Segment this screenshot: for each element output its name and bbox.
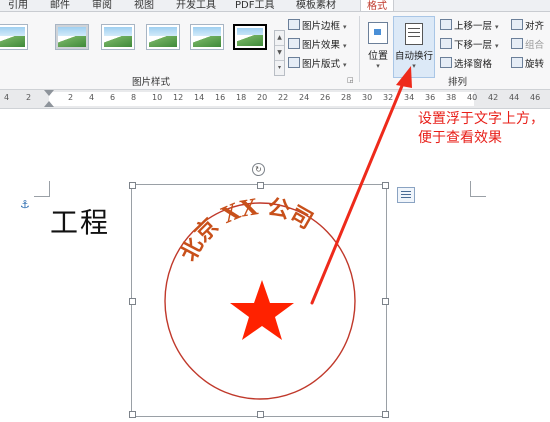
group-menu[interactable]: 组合 [511,37,544,51]
group-divider [359,16,360,82]
selection-pane-icon [440,57,452,68]
picture-style-thumb[interactable] [101,24,135,50]
indent-marker-icon[interactable] [44,90,54,96]
seal-image[interactable]: 北京 XX 公司 [129,182,389,418]
seal-text: 北京 XX 公司 [176,194,318,265]
style-gallery-scroll[interactable]: ▲ ▼ ▾ [274,30,285,76]
tab-template-assets[interactable]: 模板素材 [296,0,336,11]
ruler-number: 2 [68,93,74,102]
picture-style-thumb[interactable] [0,24,28,50]
scroll-up-icon[interactable]: ▲ [275,31,284,46]
ruler-number: 34 [404,93,415,102]
ribbon: ▲ ▼ ▾ 图片边框 ▾ 图片效果 ▾ 图片版式 ▾ 图片样式 ◲ 位置 ▾ 自… [0,12,550,90]
anchor-icon[interactable]: ⚓ [20,198,30,211]
tab-review[interactable]: 审阅 [92,0,112,11]
seal-star-icon [230,280,294,340]
picture-effects-icon [288,38,300,49]
align-icon [511,19,523,30]
wrap-text-button[interactable]: 自动换行 ▾ [393,16,435,78]
resize-handle[interactable] [382,411,389,418]
rotate-icon [511,57,523,68]
ruler-number: 46 [530,93,541,102]
rotate-menu[interactable]: 旋转 [511,56,544,70]
ruler-number: 42 [488,93,499,102]
picture-layout-icon [288,57,300,68]
picture-style-thumb-selected[interactable] [233,24,267,50]
layout-options-icon[interactable] [397,187,415,203]
tab-pdf-tools[interactable]: PDF工具 [235,0,274,11]
scroll-down-icon[interactable]: ▼ [275,46,284,61]
ruler-number: 14 [194,93,205,102]
ruler-number: 18 [236,93,247,102]
position-icon [368,22,388,44]
selection-pane-button[interactable]: 选择窗格 [440,56,492,70]
margin-corner-mark [34,181,50,197]
tab-developer[interactable]: 开发工具 [176,0,216,11]
send-backward-menu[interactable]: 下移一层 ▾ [440,37,499,51]
resize-handle[interactable] [382,298,389,305]
ruler-number: 8 [131,93,137,102]
tab-mailings[interactable]: 邮件 [50,0,70,11]
group-label-picture-styles: 图片样式 [132,77,171,88]
ruler-number: 2 [26,93,32,102]
ruler-number: 22 [278,93,289,102]
chevron-down-icon: ▾ [412,62,416,70]
resize-handle[interactable] [129,411,136,418]
send-backward-icon [440,38,452,49]
position-button[interactable]: 位置 ▾ [364,18,392,74]
bring-forward-icon [440,19,452,30]
tab-view[interactable]: 视图 [134,0,154,11]
ruler-number: 28 [341,93,352,102]
company-seal: 北京 XX 公司 [164,194,356,400]
picture-style-thumb[interactable] [146,24,180,50]
group-icon [511,38,523,49]
picture-style-thumb[interactable] [55,24,89,50]
ruler-number: 16 [215,93,226,102]
document-heading[interactable]: 工程 [50,201,110,241]
ribbon-tab-bar: 引用 邮件 审阅 视图 开发工具 PDF工具 模板素材 格式 [0,0,550,12]
picture-layout-menu[interactable]: 图片版式 ▾ [288,56,347,70]
ruler-number: 38 [446,93,457,102]
ruler-number: 40 [467,93,478,102]
margin-corner-mark [470,181,486,197]
align-menu[interactable]: 对齐 [511,18,544,32]
ruler-number: 30 [362,93,373,102]
ruler-number: 26 [320,93,331,102]
dialog-launcher-icon[interactable]: ◲ [347,76,354,84]
ruler-number: 44 [509,93,520,102]
tab-format[interactable]: 格式 [360,0,394,11]
resize-handle[interactable] [257,182,264,189]
ruler-number: 6 [110,93,116,102]
picture-border-menu[interactable]: 图片边框 ▾ [288,18,347,32]
resize-handle[interactable] [257,411,264,418]
resize-handle[interactable] [129,182,136,189]
ruler-number: 24 [299,93,310,102]
ruler-number: 4 [4,93,10,102]
tab-references[interactable]: 引用 [8,0,28,11]
resize-handle[interactable] [129,298,136,305]
hanging-indent-icon[interactable] [44,101,54,107]
ruler-number: 10 [152,93,163,102]
picture-style-thumb[interactable] [190,24,224,50]
group-label-arrange: 排列 [448,77,468,88]
gallery-more-icon[interactable]: ▾ [275,61,284,75]
ruler-number: 4 [89,93,95,102]
ruler-number: 32 [383,93,394,102]
wrap-text-icon [405,23,423,45]
annotation-note: 设置浮于文字上方，便于查看效果 [418,111,544,146]
rotate-handle-icon[interactable]: ↻ [252,163,265,176]
ruler-number: 36 [425,93,436,102]
ruler-number: 12 [173,93,184,102]
chevron-down-icon: ▾ [376,62,380,70]
horizontal-ruler[interactable]: 4 2 2 4 6 8 10 12 14 16 18 20 22 24 26 28 30 32 34 36 38 40 42… [0,90,550,109]
picture-effects-menu[interactable]: 图片效果 ▾ [288,37,347,51]
ruler-number: 20 [257,93,268,102]
picture-border-icon [288,19,300,30]
bring-forward-menu[interactable]: 上移一层 ▾ [440,18,499,32]
resize-handle[interactable] [382,182,389,189]
